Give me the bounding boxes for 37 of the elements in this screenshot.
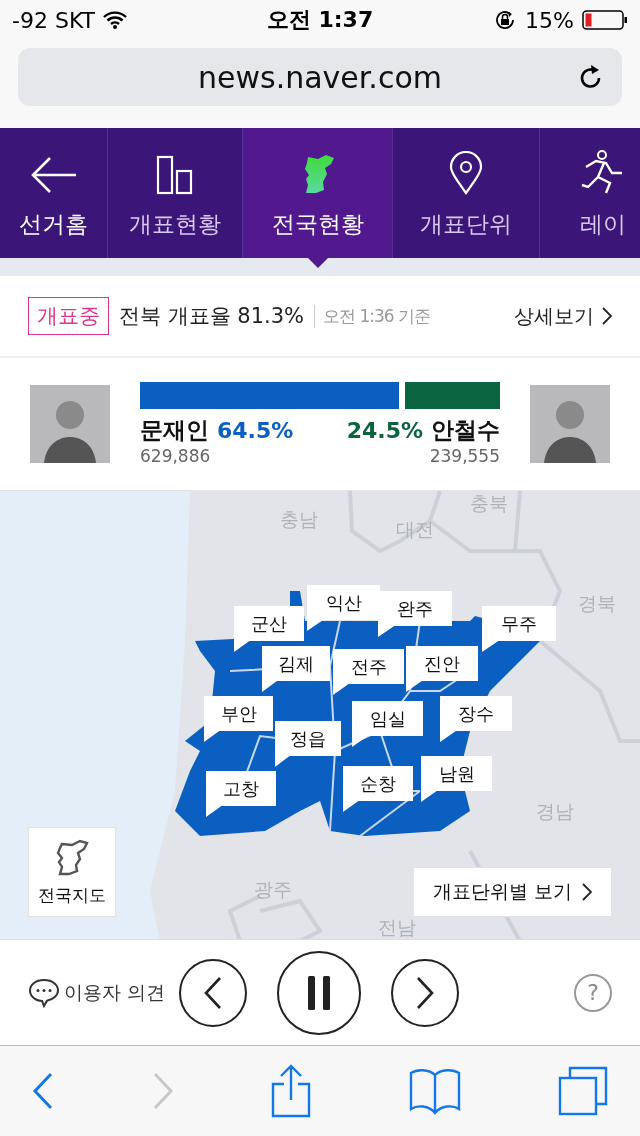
tabs-icon[interactable]	[558, 1066, 608, 1116]
carrier-text: -92 SKT	[12, 7, 96, 33]
tab-pointer-icon	[308, 258, 328, 268]
pause-icon	[307, 974, 332, 1011]
unit-view-button[interactable]: 개표단위별 보기	[413, 867, 612, 917]
battery-text: 15%	[525, 7, 574, 33]
vote-percent: 64.5%	[217, 418, 294, 443]
address-bar[interactable]: news.naver.com	[18, 48, 622, 106]
vote-percent: 24.5%	[346, 418, 423, 443]
location-pin-icon	[448, 151, 484, 195]
nav-tab[interactable]: 레이	[540, 128, 640, 258]
nav-tab[interactable]: 전국현황	[243, 128, 393, 258]
count-rate-text: 전북 개표율 81.3%	[119, 303, 305, 330]
korea-outline-icon	[54, 837, 90, 876]
national-map-button[interactable]: 전국지도	[28, 827, 116, 917]
candidate-name: 안철수	[431, 416, 500, 445]
share-icon[interactable]	[271, 1064, 311, 1118]
chevron-left-icon	[204, 975, 223, 1010]
vote-count: 239,555	[429, 446, 500, 466]
back-arrow-icon	[29, 155, 78, 195]
chevron-right-icon	[602, 307, 612, 325]
help-button[interactable]: ?	[574, 973, 612, 1012]
chevron-right-icon	[416, 975, 435, 1010]
battery-icon	[582, 10, 628, 30]
candidate-name: 문재인	[140, 416, 209, 445]
vote-count: 629,886	[140, 446, 212, 466]
detail-link[interactable]: 상세보기	[514, 302, 612, 330]
bookmarks-icon[interactable]	[408, 1067, 461, 1115]
clock-text: 오전 1:37	[266, 6, 374, 34]
back-icon[interactable]	[32, 1072, 54, 1110]
bar-chart-icon	[155, 155, 195, 195]
feedback-link[interactable]: 이용자 의견	[28, 977, 166, 1008]
chevron-right-icon	[582, 883, 592, 901]
update-time-text: 오전 1:36 기준	[314, 304, 431, 328]
counting-badge: 개표중	[28, 297, 109, 335]
speech-bubble-icon	[28, 977, 60, 1008]
wifi-icon	[103, 11, 128, 29]
